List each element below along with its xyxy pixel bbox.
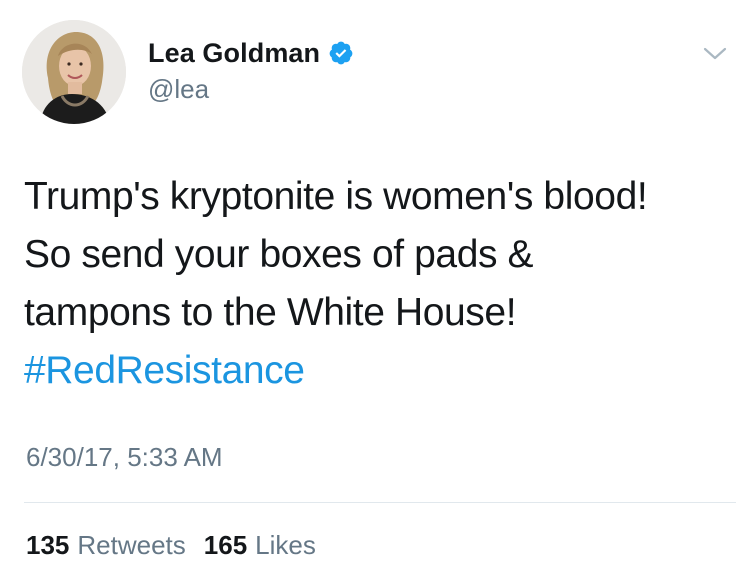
chevron-down-icon[interactable] — [700, 44, 730, 64]
tweet-text: Trump's kryptonite is women's blood! So … — [24, 168, 734, 400]
retweets-label[interactable]: Retweets — [77, 530, 185, 561]
avatar[interactable] — [22, 20, 126, 124]
tweet-text-line: Trump's kryptonite is women's blood! — [24, 175, 648, 218]
author-display-name[interactable]: Lea Goldman — [148, 38, 320, 69]
hashtag-link[interactable]: #RedResistance — [24, 342, 734, 400]
tweet-timestamp[interactable]: 6/30/17, 5:33 AM — [26, 442, 223, 473]
tweet-card: Lea Goldman @lea Trump's kryptonite is w… — [0, 0, 750, 576]
engagement-stats: 135 Retweets 165 Likes — [26, 530, 326, 561]
retweets-count[interactable]: 135 — [26, 530, 69, 561]
divider — [24, 502, 736, 503]
tweet-text-line: So send your boxes of pads & — [24, 233, 534, 276]
author-handle[interactable]: @lea — [148, 74, 209, 105]
verified-badge-icon — [329, 41, 353, 65]
likes-label[interactable]: Likes — [255, 530, 316, 561]
likes-count[interactable]: 165 — [204, 530, 247, 561]
avatar-portrait-icon — [22, 20, 126, 124]
author-name-row[interactable]: Lea Goldman — [148, 36, 354, 70]
tweet-text-line: tampons to the White House! — [24, 291, 517, 334]
